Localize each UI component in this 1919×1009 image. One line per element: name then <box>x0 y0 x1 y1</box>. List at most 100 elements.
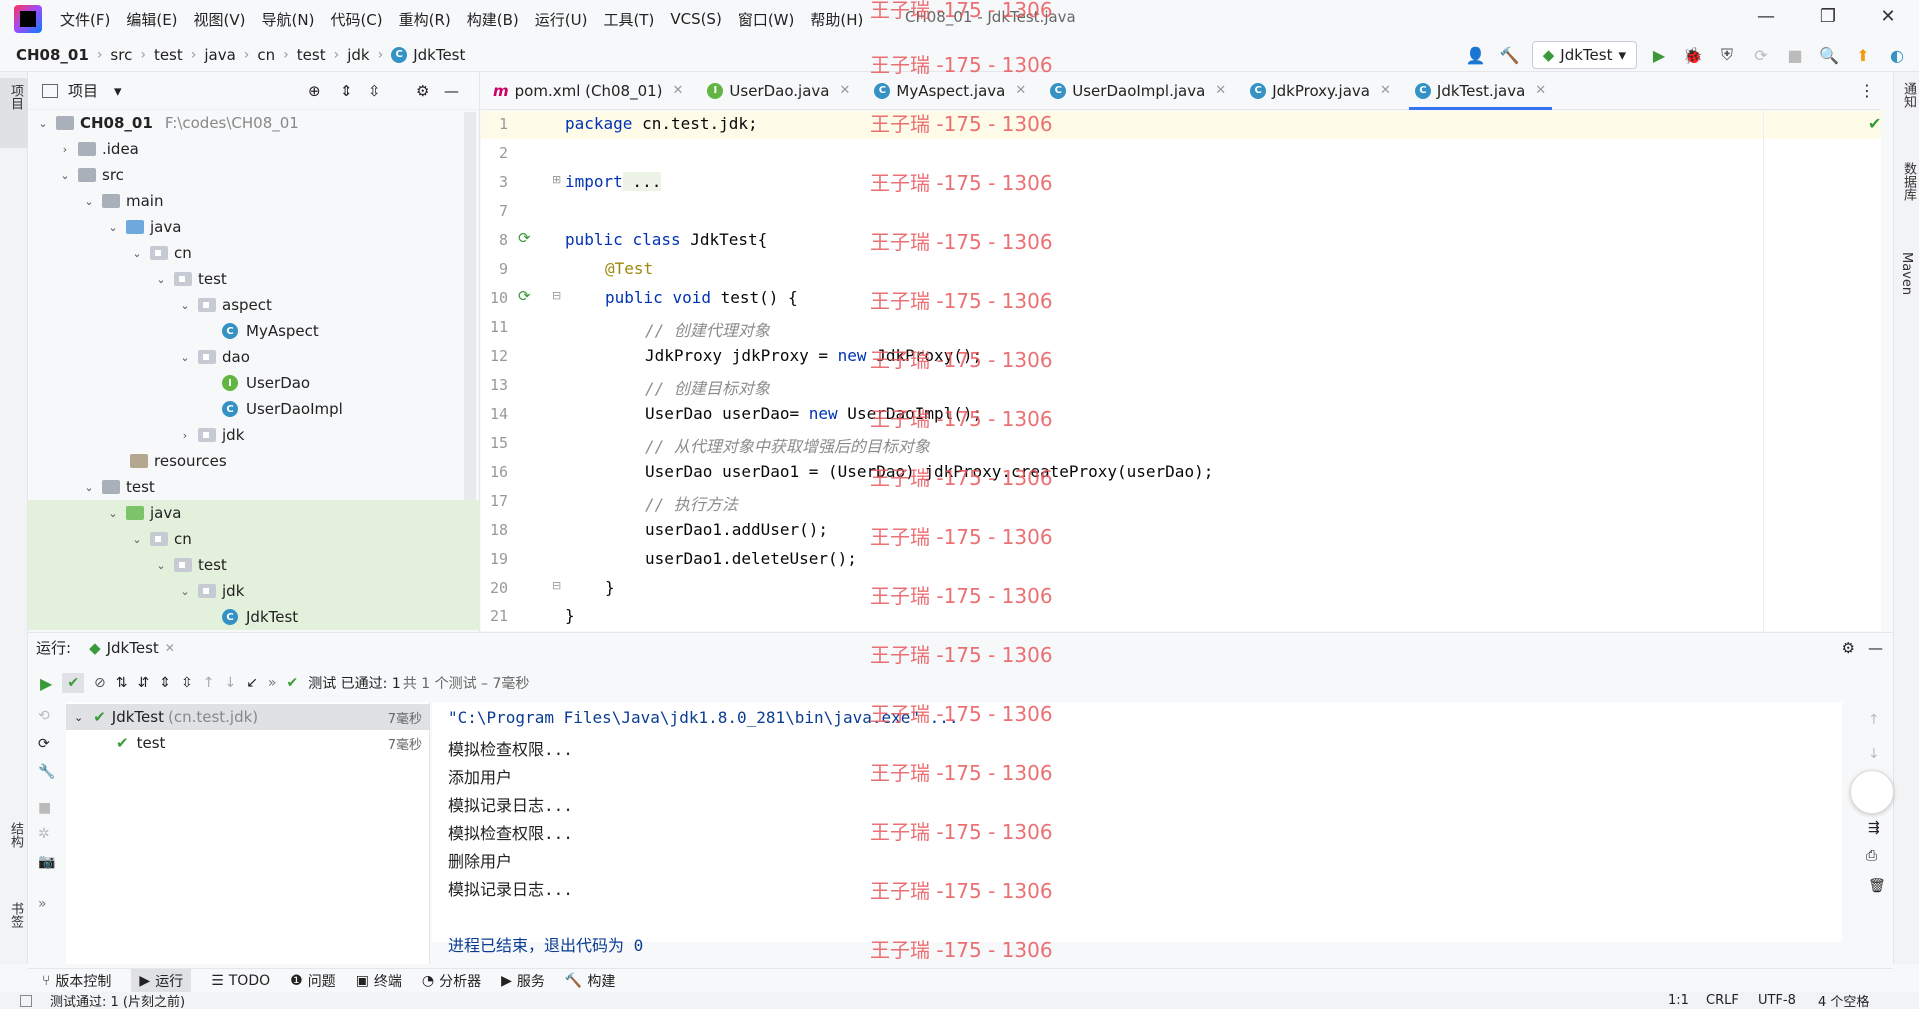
restore-icon[interactable]: ❐ <box>1813 6 1843 27</box>
more-icon[interactable]: » <box>38 896 47 912</box>
menu-tools[interactable]: 工具(T) <box>603 9 654 30</box>
console-output[interactable] <box>432 702 1842 942</box>
fold-icon[interactable]: ⊟ <box>552 579 561 592</box>
problems-tool-button[interactable]: ❶ 问题 <box>290 971 336 991</box>
run-config-select[interactable]: ◆ JdkTest ▾ <box>1531 41 1637 69</box>
user-icon[interactable]: 👤 <box>1464 43 1488 67</box>
breadcrumb-test-pkg[interactable]: test <box>297 46 326 64</box>
tree-item-test-jdk[interactable]: ⌄ jdk <box>28 578 480 604</box>
close-icon[interactable]: ✕ <box>1380 83 1391 98</box>
menu-run[interactable]: 运行(U) <box>535 9 588 30</box>
fold-icon[interactable]: ⊞ <box>552 173 561 186</box>
debug-icon[interactable]: ✲ <box>38 826 50 842</box>
chevron-down-icon[interactable]: ▾ <box>114 82 122 100</box>
tab-jdktest[interactable]: C JdkTest.java ✕ <box>1403 72 1558 110</box>
run-tab-jdktest[interactable]: ◆ JdkTest ✕ <box>89 639 175 657</box>
breadcrumb-src[interactable]: src <box>110 46 132 64</box>
sort-alpha-icon[interactable]: ⇅ <box>116 675 128 691</box>
locate-icon[interactable]: ⊕ <box>308 82 321 100</box>
rerun-failed-icon[interactable]: ⟲ <box>38 708 50 724</box>
menu-code[interactable]: 代码(C) <box>330 9 382 30</box>
close-icon[interactable]: ✕ <box>839 83 850 98</box>
update-icon[interactable]: ⬆ <box>1851 43 1875 67</box>
todo-tool-button[interactable]: ☰ TODO <box>211 973 270 989</box>
close-icon[interactable]: ✕ <box>673 83 684 98</box>
tree-item-test-java[interactable]: ⌄ java <box>28 500 480 526</box>
run-test-gutter-icon[interactable]: ⟳ <box>518 229 531 247</box>
rerun-icon[interactable]: ▶ <box>40 674 52 693</box>
stop-icon[interactable]: ■ <box>38 800 51 816</box>
run-tool-button[interactable]: ▶ 运行 <box>131 968 192 993</box>
expand-all-icon[interactable]: ⇕ <box>159 675 171 691</box>
close-icon[interactable]: ✕ <box>1015 83 1026 98</box>
import-tests-icon[interactable]: ↙ <box>246 675 258 691</box>
tree-item-main[interactable]: ⌄ main <box>82 188 534 214</box>
menu-file[interactable]: 文件(F) <box>60 9 110 30</box>
tab-myaspect[interactable]: C MyAspect.java ✕ <box>862 72 1038 110</box>
next-failed-icon[interactable]: ↓ <box>224 675 236 691</box>
close-icon[interactable]: ✕ <box>1215 83 1226 98</box>
soft-wrap-icon[interactable]: ⇶ <box>1868 820 1880 836</box>
services-tool-button[interactable]: ▶ 服务 <box>501 971 545 991</box>
tab-userdaoimpl[interactable]: C UserDaoImpl.java ✕ <box>1038 72 1238 110</box>
more-tabs-icon[interactable]: ⋮ <box>1859 81 1875 100</box>
collapse-all-icon[interactable]: ⇳ <box>181 675 193 691</box>
run-test-gutter-icon[interactable]: ⟳ <box>518 287 531 305</box>
show-passed-toggle-icon[interactable]: ✔ <box>62 673 85 693</box>
prev-failed-icon[interactable]: ↑ <box>203 675 215 691</box>
show-ignored-toggle-icon[interactable]: ⊘ <box>94 675 106 691</box>
structure-tool-button[interactable]: 结构 <box>6 822 25 848</box>
close-icon[interactable]: ✕ <box>165 641 175 655</box>
toggle-auto-test-icon[interactable]: ⟳ <box>38 736 50 752</box>
notifications-tool-button[interactable]: 通知 <box>1899 82 1918 108</box>
fold-icon[interactable]: ⊟ <box>552 289 561 302</box>
tree-item-src[interactable]: ⌄ src <box>58 162 510 188</box>
cursor-position[interactable]: 1:1 <box>1668 993 1689 1008</box>
scroll-up-icon[interactable]: ↑ <box>1868 712 1880 728</box>
collapse-all-icon[interactable]: ⇳ <box>368 82 381 100</box>
build-hammer-icon[interactable]: 🔨 <box>1498 43 1522 67</box>
scroll-down-icon[interactable]: ↓ <box>1868 746 1880 762</box>
breadcrumb-cn[interactable]: cn <box>257 46 275 64</box>
expand-all-icon[interactable]: ⇕ <box>340 82 353 100</box>
bookmarks-tool-button[interactable]: 书签 <box>6 902 25 928</box>
tree-item-idea[interactable]: › .idea <box>58 136 510 162</box>
project-tool-button[interactable]: 项目 <box>0 78 28 148</box>
clear-trash-icon[interactable]: 🗑 <box>1868 878 1886 894</box>
debug-icon[interactable]: 🐞 <box>1681 43 1705 67</box>
settings-gear-icon[interactable]: ⚙ <box>1842 639 1855 657</box>
menu-navigate[interactable]: 导航(N) <box>262 9 315 30</box>
assistant-avatar[interactable] <box>1850 770 1894 814</box>
terminal-tool-button[interactable]: ▣ 终端 <box>356 971 402 991</box>
wrench-icon[interactable]: 🔧 <box>38 764 55 780</box>
breadcrumb-class[interactable]: C JdkTest <box>391 46 465 64</box>
close-window-icon[interactable]: ✕ <box>1873 6 1903 27</box>
print-icon[interactable]: ⎙ <box>1866 848 1877 864</box>
breadcrumb-test[interactable]: test <box>154 46 183 64</box>
menu-refactor[interactable]: 重构(R) <box>399 9 451 30</box>
sort-duration-icon[interactable]: ⇵ <box>138 675 150 691</box>
run-icon[interactable]: ▶ <box>1647 43 1671 67</box>
line-separator[interactable]: CRLF <box>1706 993 1739 1008</box>
breadcrumb-java[interactable]: java <box>204 46 235 64</box>
search-icon[interactable]: 🔍 <box>1817 43 1841 67</box>
more-icon[interactable]: » <box>268 675 277 691</box>
tree-item-project-root[interactable]: ⌄ CH08_01 F:\codes\CH08_01 <box>36 110 488 136</box>
profiler-tool-button[interactable]: ◔ 分析器 <box>422 971 481 991</box>
test-row-test[interactable]: ✔ test 7毫秒 <box>66 730 430 756</box>
database-tool-button[interactable]: 数据库 <box>1899 162 1918 201</box>
tree-item-jdktest[interactable]: C JdkTest <box>28 604 480 630</box>
maven-tool-button[interactable]: Maven <box>1899 252 1914 295</box>
tab-pom[interactable]: m pom.xml (Ch08_01) ✕ <box>481 72 695 110</box>
menu-edit[interactable]: 编辑(E) <box>126 9 177 30</box>
hide-panel-icon[interactable]: — <box>444 82 459 100</box>
profile-icon[interactable]: ⟳ <box>1749 43 1773 67</box>
vcs-tool-button[interactable]: ⑂ 版本控制 <box>42 971 111 991</box>
indent-setting[interactable]: 4 个空格 <box>1818 991 1869 1009</box>
status-toggle-icon[interactable] <box>20 994 32 1007</box>
close-icon[interactable]: ✕ <box>1535 83 1546 98</box>
hide-panel-icon[interactable]: — <box>1868 639 1883 657</box>
menu-window[interactable]: 窗口(W) <box>738 9 795 30</box>
plugin-icon[interactable]: ◐ <box>1885 43 1909 67</box>
menu-view[interactable]: 视图(V) <box>194 9 246 30</box>
